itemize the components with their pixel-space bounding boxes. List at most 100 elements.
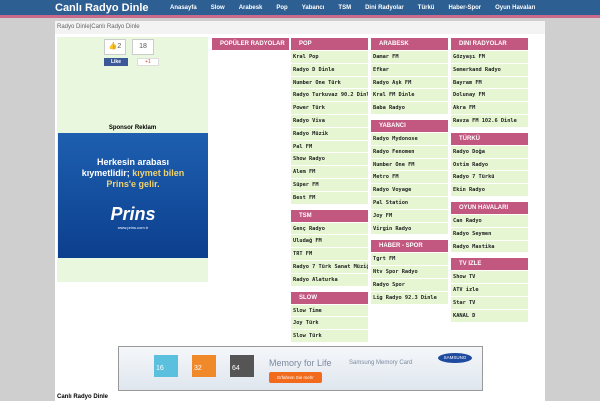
radio-link[interactable]: Tgrt FM	[371, 253, 448, 267]
section-header: DINI RADYOLAR	[451, 38, 528, 50]
nav-item[interactable]: Anasayfa	[170, 5, 197, 11]
nav-item[interactable]: Yabancı	[302, 5, 325, 11]
radio-link[interactable]: KANAL D	[451, 309, 528, 323]
radio-link[interactable]: Radyo Mastika	[451, 240, 528, 254]
ad-line3: Prins'e gelir.	[106, 179, 160, 189]
ad-line2b: kıymet bilen	[132, 168, 185, 178]
radio-link[interactable]: Slow Türk	[291, 330, 368, 343]
radio-link[interactable]: Ostim Radyo	[451, 158, 528, 172]
radio-link[interactable]: Virgin Radyo	[371, 222, 448, 236]
radio-link[interactable]: Akra FM	[451, 102, 528, 115]
breadcrumb[interactable]: Radyo Dinle|Canlı Radyo Dinle	[55, 21, 545, 34]
radio-link[interactable]: Pal FM	[291, 140, 368, 154]
radio-column: ARABESK Damar FM Efkar Radyo Aşk FM Kral FM …	[371, 38, 448, 305]
radio-link[interactable]: Kral FM Dinle	[371, 89, 448, 103]
radio-link[interactable]: Metro FM	[371, 171, 448, 185]
radio-column: POP Kral Pop Radyo D Dinle Number One Türk R…	[291, 38, 368, 343]
radio-link[interactable]: Radyo Alaturka	[291, 273, 368, 287]
main-nav: Anasayfa Slow Arabesk Pop Yabancı TSM Dini Rad…	[170, 5, 549, 11]
samsung-logo: SAMSUNG	[438, 353, 472, 363]
nav-item[interactable]: Dini Radyolar	[365, 5, 404, 11]
radio-link[interactable]: Best FM	[291, 191, 368, 205]
radio-link[interactable]: Radyo Viva	[291, 114, 368, 128]
section-header: YABANCI	[371, 119, 448, 132]
radio-link[interactable]: Radyo Müzik	[291, 127, 368, 141]
radio-link[interactable]: Süper FM	[291, 178, 368, 192]
sponsor-ad[interactable]: Herkesin arabası kıymetlidir; kıymet bile…	[58, 133, 208, 258]
nav-item[interactable]: TSM	[338, 5, 351, 11]
radio-link[interactable]: Radyo Fenomen	[371, 145, 448, 159]
radio-link[interactable]: Ekin Radyo	[451, 184, 528, 197]
ad-headline: Memory for Life	[269, 358, 332, 368]
ad-line1: Herkesin arabası	[96, 157, 170, 167]
samsung-ad[interactable]: 16 32 64 Memory for Life Samsung Memory …	[118, 346, 483, 391]
radio-link[interactable]: Show TV	[451, 271, 528, 285]
radio-link[interactable]: Radyo Voyage	[371, 184, 448, 197]
radio-link[interactable]: Semerkand Radyo	[451, 63, 528, 77]
radio-link[interactable]: Ravza FM 102.6 Dinle	[451, 114, 528, 128]
content: Radyo Dinle|Canlı Radyo Dinle 👍2 18 Like…	[55, 21, 545, 401]
facebook-like-button[interactable]: Like	[104, 58, 128, 66]
radio-link[interactable]: Joy Türk	[291, 317, 368, 331]
radio-link[interactable]: Number One Türk	[291, 76, 368, 90]
radio-link[interactable]: Genç Radyo	[291, 222, 368, 236]
radio-link[interactable]: Dolunay FM	[451, 89, 528, 103]
left-panel: 👍2 18 Like +1 Sponsor Reklam Herkesin ar…	[57, 37, 208, 282]
radio-link[interactable]: Slow Time	[291, 304, 368, 318]
radio-link[interactable]: Radyo Mydonose	[371, 132, 448, 146]
site-logo[interactable]: Canlı Radyo Dinle	[55, 2, 149, 14]
nav-item[interactable]: Türkü	[418, 5, 435, 11]
radio-link[interactable]: Kral Pop	[291, 51, 368, 64]
radio-link[interactable]: Efkar	[371, 63, 448, 77]
radio-link[interactable]: Gözyaşı FM	[451, 51, 528, 64]
radio-link[interactable]: Show Radyo	[291, 153, 368, 167]
nav-item[interactable]: Slow	[211, 5, 225, 11]
radio-column: DINI RADYOLAR Gözyaşı FM Semerkand Radyo Ba…	[451, 38, 528, 323]
radio-link[interactable]: Radyo Aşk FM	[371, 76, 448, 90]
radio-link[interactable]: Can Radyo	[451, 214, 528, 228]
radio-link[interactable]: Star TV	[451, 296, 528, 310]
section-header: HABER - SPOR	[371, 240, 448, 253]
radio-link[interactable]: Bayram FM	[451, 76, 528, 90]
section-header: POPÜLER RADYOLAR	[212, 38, 289, 50]
radio-link[interactable]: Radyo Doğa	[451, 145, 528, 159]
nav-item[interactable]: Arabesk	[239, 5, 263, 11]
radio-link[interactable]: Baba Radyo	[371, 102, 448, 115]
radio-link[interactable]: Radyo D Dinle	[291, 63, 368, 77]
card-16: 16	[154, 355, 178, 377]
radio-link[interactable]: Lig Radyo 92.3 Dinle	[371, 291, 448, 305]
radio-link[interactable]: TRT FM	[291, 248, 368, 261]
card-32: 32	[192, 355, 216, 377]
radio-link[interactable]: Radyo 7 Türk Sanat Müziği	[291, 260, 368, 274]
ad-url: www.prins.com.tr	[117, 225, 149, 230]
footer-title: Canlı Radyo Dinle	[57, 394, 109, 400]
radio-link[interactable]: Pal Station	[371, 196, 448, 210]
gplus-button[interactable]: +1	[137, 58, 159, 66]
radio-link[interactable]: Radyo 7 Türkü	[451, 171, 528, 185]
section-header: ARABESK	[371, 38, 448, 50]
radio-link[interactable]: Damar FM	[371, 51, 448, 64]
radio-link[interactable]: ATV izle	[451, 284, 528, 297]
radio-link[interactable]: Alem FM	[291, 166, 368, 179]
gplus-count: 18	[132, 39, 154, 55]
nav-item[interactable]: Haber-Spor	[448, 5, 481, 11]
sponsor-title: Sponsor Reklam	[108, 125, 157, 131]
radio-link[interactable]: Joy FM	[371, 209, 448, 223]
section-header: TV IZLE	[451, 258, 528, 271]
like-count-value: 2	[117, 43, 122, 50]
card-64: 64	[230, 355, 254, 377]
radio-link[interactable]: Number One FM	[371, 158, 448, 172]
section-header: TÜRKÜ	[451, 132, 528, 145]
top-bar: Canlı Radyo Dinle Anasayfa Slow Arabesk Pop…	[0, 0, 600, 18]
radio-link[interactable]: Uludağ FM	[291, 235, 368, 249]
radio-link[interactable]: Radyo Seymen	[451, 227, 528, 241]
ad-brand: Prins	[110, 204, 156, 224]
radio-link[interactable]: Radyo Turkuvaz 90.2 Dinle	[291, 89, 368, 103]
ad-cta-button[interactable]: Erfahren Sie mehr	[269, 372, 322, 383]
nav-item[interactable]: Pop	[276, 5, 287, 11]
nav-item[interactable]: Oyun Havaları	[495, 5, 535, 11]
radio-link[interactable]: Ntv Spor Radyo	[371, 266, 448, 279]
radio-link[interactable]: Power Türk	[291, 102, 368, 115]
radio-link[interactable]: Radyo Spor	[371, 278, 448, 292]
section-header: TSM	[291, 209, 368, 222]
